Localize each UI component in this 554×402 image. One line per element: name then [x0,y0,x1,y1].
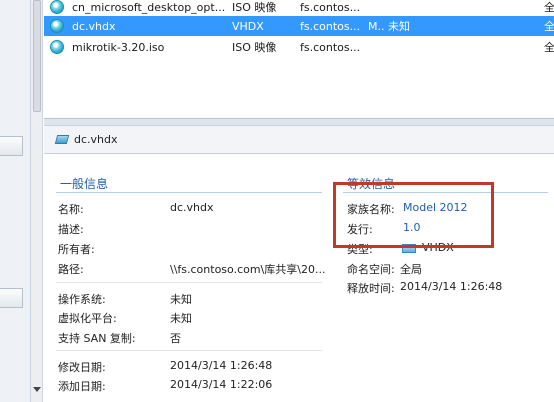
family-name-link[interactable]: Model 2012 [403,201,468,214]
modified-date-label: 修改日期: [58,361,106,374]
file-type: ISO 映像 [232,41,277,54]
vhdx-type-icon [402,244,416,253]
file-location: fs.contos... [300,0,361,14]
os-label: 操作系统: [58,293,106,306]
owner-label: 所有者: [58,243,95,256]
disc-icon [50,0,64,14]
virtualization-label: 虚拟化平台: [58,312,117,325]
release-label: 发行: [347,223,373,236]
file-location: fs.contos... [300,19,361,33]
release-time-value: 2014/3/14 1:26:48 [400,280,503,293]
file-status: M.. 未知 [368,20,410,33]
file-type: ISO 映像 [232,1,277,14]
namespace-label: 命名空间: [347,263,395,276]
file-type: VHDX [232,19,264,33]
library-file-list: cn_microsoft_desktop_opt... ISO 映像 fs.co… [44,0,554,118]
san-copy-label: 支持 SAN 复制: [58,332,136,345]
general-info-divider [56,192,322,193]
nav-button-1[interactable] [0,136,23,156]
file-scope: 全 [544,1,554,14]
file-scope: 全 [544,20,554,33]
navigation-pane [0,0,31,402]
path-value: \\fs.contoso.com\库共享\20... [170,263,326,276]
file-name: mikrotik-3.20.iso [72,40,165,54]
scroll-down-arrow-icon[interactable] [33,387,41,392]
type-value: VHDX [422,241,454,254]
scrollbar-thumb[interactable] [33,0,41,112]
file-scope: 全 [544,41,554,54]
path-label: 路径: [58,263,84,276]
os-value: 未知 [170,293,192,306]
added-date-label: 添加日期: [58,380,106,393]
details-header: dc.vhdx [44,126,554,154]
pane-splitter[interactable] [44,118,554,126]
release-link[interactable]: 1.0 [403,221,421,234]
equivalent-info-heading: 等效信息 [347,177,396,191]
section-separator [56,350,322,351]
added-date-value: 2014/3/14 1:22:06 [170,378,273,391]
file-name: dc.vhdx [72,19,116,33]
details-title: dc.vhdx [74,133,118,146]
namespace-value: 全局 [400,263,422,276]
name-value: dc.vhdx [170,201,214,214]
disc-icon [50,19,64,33]
san-copy-value: 否 [170,332,181,345]
type-label: 类型: [347,243,373,256]
family-name-label: 家族名称: [347,203,395,216]
virtualization-value: 未知 [170,312,192,325]
general-info-heading: 一般信息 [60,177,109,191]
file-name: cn_microsoft_desktop_opt... [72,0,226,14]
description-label: 描述: [58,223,84,236]
release-time-label: 释放时间: [347,282,395,295]
disc-icon [50,40,64,54]
vertical-scrollbar[interactable] [31,0,43,402]
nav-button-2[interactable] [0,288,23,308]
name-label: 名称: [58,203,84,216]
vhdx-file-icon [54,135,70,144]
list-item[interactable]: cn_microsoft_desktop_opt... ISO 映像 fs.co… [44,0,554,17]
section-separator [56,282,322,283]
list-item[interactable]: mikrotik-3.20.iso ISO 映像 fs.contos... 全 [44,37,554,57]
details-pane: 一般信息 名称: dc.vhdx 描述: 所有者: 路径: \\fs.conto… [44,155,554,402]
list-item-selected[interactable]: dc.vhdx VHDX fs.contos... M.. 未知 全 [44,16,554,36]
modified-date-value: 2014/3/14 1:26:48 [170,359,273,372]
equivalent-info-divider [343,192,548,193]
file-location: fs.contos... [300,40,361,54]
